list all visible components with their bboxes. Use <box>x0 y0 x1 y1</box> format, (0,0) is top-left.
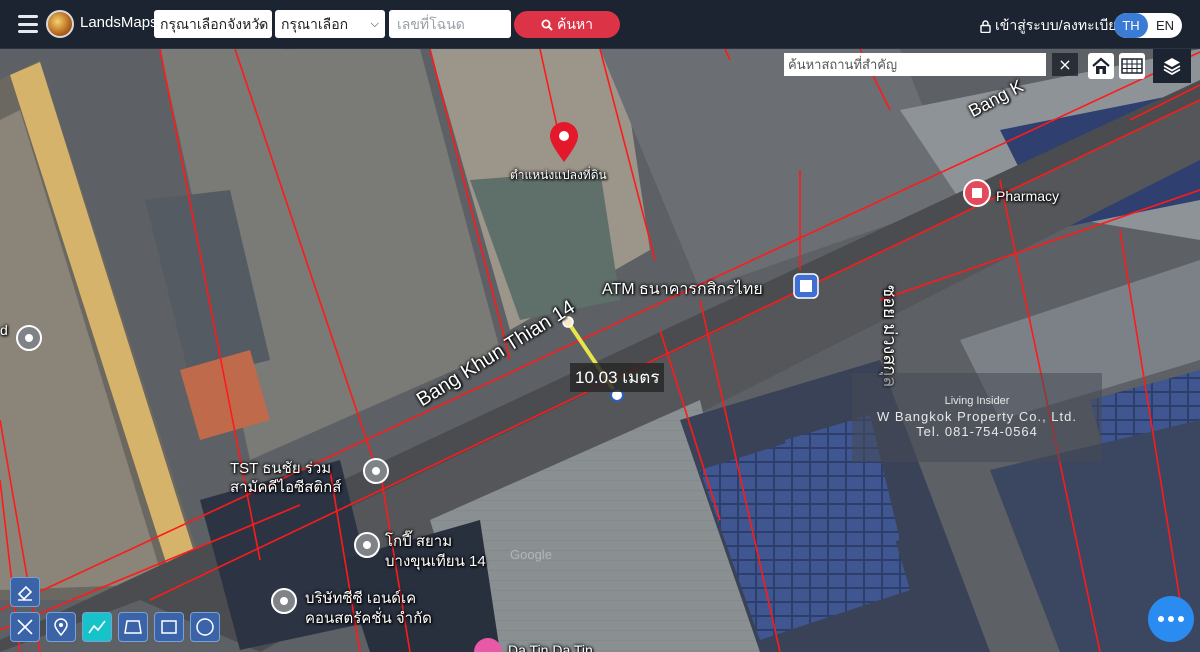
chevron-down-icon: ⌵ <box>370 18 379 30</box>
brand-name: LandsMaps <box>80 14 158 31</box>
layers-icon <box>1163 58 1181 75</box>
login-link[interactable]: เข้าสู่ระบบ/ลงทะเบียน <box>980 15 1126 37</box>
measure-tool[interactable] <box>10 612 40 642</box>
menu-icon[interactable] <box>18 15 38 33</box>
chevron-down-icon: ⌵ <box>257 18 266 30</box>
more-dot <box>1168 616 1174 622</box>
poi-pharmacy-label: Pharmacy <box>996 188 1060 204</box>
map-imagery <box>0 49 1200 652</box>
more-dots-icon <box>1158 616 1164 622</box>
district-select[interactable]: กรุณาเลือกอำเภอ ⌵ <box>275 10 385 60</box>
ruler-pencil-icon <box>17 619 33 635</box>
watermark-box: Living Insider W Bangkok Property Co., L… <box>852 373 1102 462</box>
polygon-tool[interactable] <box>118 612 148 642</box>
more-dot <box>1178 616 1184 622</box>
poi-tst-line2: สามัคคีไอซีสติกส์ <box>230 479 342 496</box>
line-tool[interactable] <box>82 612 112 642</box>
eraser-icon <box>17 585 33 601</box>
lang-th-button[interactable]: TH <box>1114 13 1148 38</box>
poi-kopi-line2: บางขุนเทียน 14 <box>385 553 486 570</box>
more-options-button[interactable] <box>1148 596 1194 642</box>
top-navbar: LandsMaps กรุณาเลือกจังหวัด ⌵ กรุณาเลือก… <box>0 0 1200 60</box>
rectangle-icon <box>161 620 177 634</box>
polygon-icon <box>124 620 142 634</box>
language-toggle[interactable]: TH EN <box>1114 13 1182 38</box>
poi-bottom-label: Da Tin Da Tin <box>508 642 593 652</box>
watermark-brand: Living Insider <box>944 395 1010 407</box>
poi-company-line2: คอนสตรัคชั่น จำกัด <box>305 610 432 627</box>
deed-number-input[interactable] <box>389 10 511 38</box>
circle-tool[interactable] <box>190 612 220 642</box>
landsmaps-logo <box>46 10 74 38</box>
rectangle-tool[interactable] <box>154 612 184 642</box>
lang-en-button[interactable]: EN <box>1148 13 1182 38</box>
poi-left-edge-label: d <box>0 322 8 338</box>
search-button[interactable]: ค้นหา <box>514 11 620 38</box>
parcel-pin-label: ตำแหน่งแปลงที่ดิน <box>510 168 607 182</box>
search-icon <box>541 19 553 31</box>
layers-button[interactable] <box>1153 49 1191 83</box>
location-pin-icon <box>54 618 68 636</box>
login-label: เข้าสู่ระบบ/ลงทะเบียน <box>995 17 1127 33</box>
satellite-map[interactable]: ตำแหน่งแปลงที่ดิน Bang Khun Thian 14 Ban… <box>0 49 1200 652</box>
home-icon <box>1092 57 1110 74</box>
circle-icon <box>196 618 214 636</box>
watermark-phone: Tel. 081-754-0564 <box>916 424 1038 439</box>
home-button[interactable] <box>1088 53 1114 79</box>
point-tool[interactable] <box>46 612 76 642</box>
place-search-input[interactable] <box>784 53 1046 76</box>
eraser-tool[interactable] <box>10 577 40 607</box>
polyline-icon <box>88 620 106 634</box>
soi-label: ซอย ม่วงสกุล <box>880 285 900 388</box>
clear-icon[interactable]: × <box>1052 53 1078 76</box>
province-select[interactable]: กรุณาเลือกจังหวัด ⌵ <box>154 10 272 38</box>
province-select-value: กรุณาเลือกจังหวัด <box>160 16 269 32</box>
google-watermark: Google <box>510 547 552 562</box>
grid-icon <box>1121 58 1143 74</box>
search-button-label: ค้นหา <box>556 15 594 32</box>
measurement-label: 10.03 เมตร <box>570 363 665 392</box>
watermark-company: W Bangkok Property Co., Ltd. <box>877 409 1077 424</box>
lock-icon <box>980 19 991 33</box>
poi-atm-label: ATM ธนาคารกสิกรไทย <box>602 281 763 298</box>
grid-toggle-button[interactable] <box>1119 53 1145 79</box>
